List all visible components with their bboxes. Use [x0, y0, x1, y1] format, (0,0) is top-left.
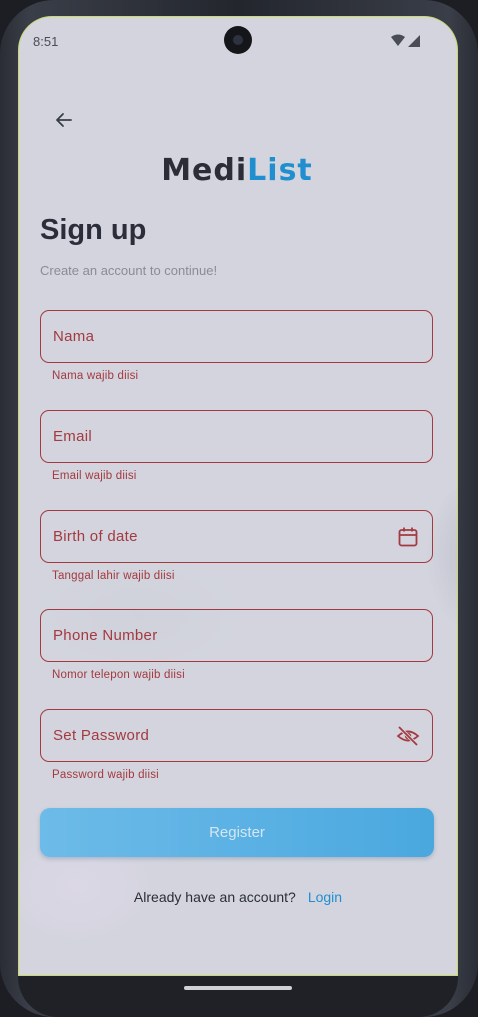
- password-field[interactable]: Set Password: [40, 709, 433, 762]
- wifi-icon: [391, 34, 405, 46]
- email-error: Email wajib diisi: [52, 470, 137, 482]
- phone-field[interactable]: Phone Number: [40, 609, 433, 662]
- password-error: Password wajib diisi: [52, 769, 159, 781]
- logo-text-medi: Medi: [161, 152, 248, 188]
- birth-date-error: Tanggal lahir wajib diisi: [52, 570, 175, 582]
- login-prompt-text: Already have an account?: [133, 889, 296, 905]
- status-time: 8:51: [33, 34, 59, 49]
- email-field[interactable]: Email: [40, 410, 433, 463]
- signal-icon: [408, 35, 420, 47]
- birth-date-field-label: Birth of date: [53, 528, 138, 545]
- phone-error: Nomor telepon wajib diisi: [52, 669, 185, 681]
- back-button[interactable]: [48, 106, 80, 134]
- home-indicator[interactable]: [184, 986, 292, 990]
- login-link[interactable]: Login: [308, 889, 342, 905]
- visibility-off-icon[interactable]: [396, 724, 420, 748]
- password-field-label: Set Password: [53, 727, 150, 744]
- name-field-label: Nama: [53, 328, 95, 345]
- medilist-logo: Medi List: [152, 152, 322, 188]
- back-arrow-icon: [56, 113, 72, 127]
- birth-date-field[interactable]: Birth of date: [40, 510, 433, 563]
- phone-field-label: Phone Number: [53, 627, 158, 644]
- page-title: Sign up: [40, 214, 147, 246]
- calendar-icon[interactable]: [396, 525, 420, 549]
- register-button[interactable]: Register: [40, 808, 434, 857]
- login-prompt: Already have an account? Login: [18, 889, 458, 905]
- app-screen: 8:51 Medi List Sign up Create an account …: [18, 16, 458, 976]
- page-subtitle: Create an account to continue!: [40, 263, 218, 278]
- name-field[interactable]: Nama: [40, 310, 433, 363]
- status-icons: [391, 34, 420, 47]
- bottom-bezel: [18, 976, 458, 1017]
- logo-text-list: List: [247, 152, 313, 188]
- camera-cutout: [224, 26, 252, 54]
- name-error: Nama wajib diisi: [52, 370, 139, 382]
- email-field-label: Email: [53, 428, 93, 445]
